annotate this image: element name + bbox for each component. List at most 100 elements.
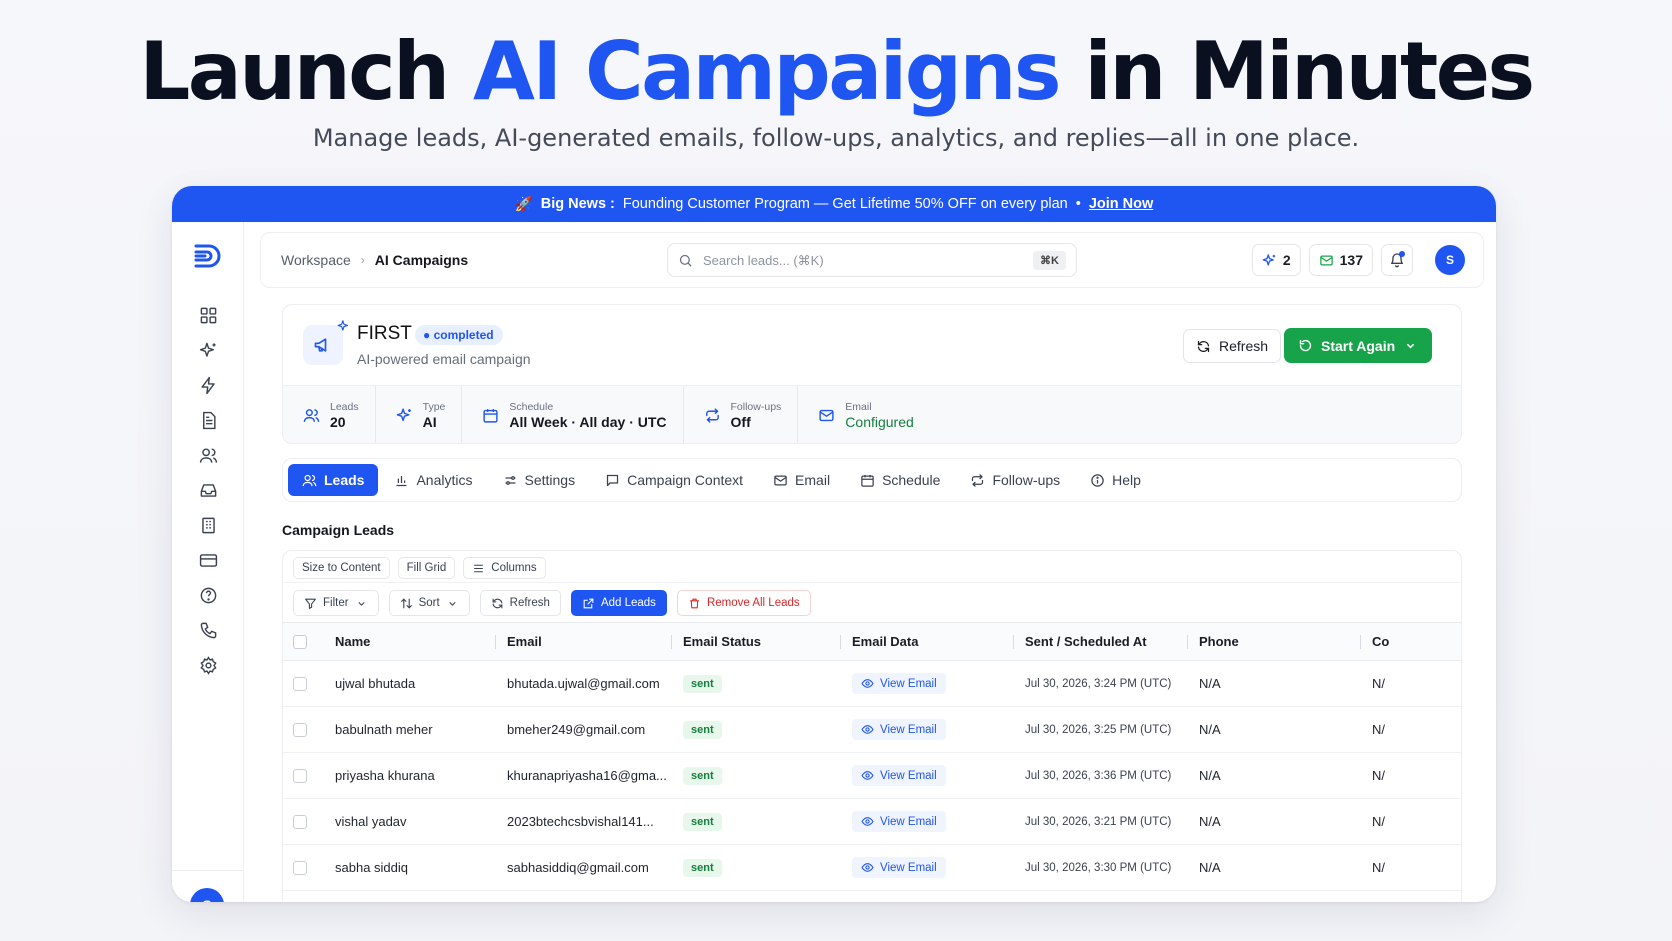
sparkles-icon[interactable]: [195, 337, 221, 363]
section-title: Campaign Leads: [282, 522, 395, 538]
column-header-email-status[interactable]: Email Status: [671, 623, 840, 661]
filter-button[interactable]: Filter: [293, 590, 379, 616]
column-header-email[interactable]: Email: [495, 623, 671, 661]
help-icon[interactable]: [195, 582, 221, 608]
lead-email: bmeher249@gmail.com: [507, 722, 646, 737]
stat-type-label: Type: [422, 401, 446, 413]
stat-followups-label: Follow-ups: [730, 401, 782, 413]
tab-help[interactable]: Help: [1076, 464, 1155, 496]
bolt-icon[interactable]: [195, 372, 221, 398]
column-header-email-data[interactable]: Email Data: [840, 623, 1013, 661]
gear-icon[interactable]: [195, 652, 221, 678]
tab-leads[interactable]: Leads: [288, 464, 379, 496]
table-row[interactable]: sabha siddiq sabhasiddiq@gmail.com sent …: [283, 845, 1461, 891]
row-checkbox[interactable]: [293, 723, 307, 738]
tab-analytics[interactable]: Analytics: [380, 464, 486, 496]
join-now-link[interactable]: Join Now: [1089, 196, 1153, 212]
lead-company: N/: [1372, 768, 1385, 783]
view-email-label: View Email: [880, 723, 937, 736]
breadcrumb: Workspace › AI Campaigns: [281, 252, 468, 268]
size-to-content-label: Size to Content: [302, 562, 381, 574]
lead-phone: N/A: [1199, 768, 1221, 783]
tab-schedule-label: Schedule: [882, 472, 941, 488]
column-header-phone[interactable]: Phone: [1187, 623, 1360, 661]
column-header-name[interactable]: Name: [323, 623, 495, 661]
remove-all-leads-label: Remove All Leads: [706, 597, 800, 609]
building-icon[interactable]: [195, 512, 221, 538]
campaign-tabs: Leads Analytics Settings Campaign Contex…: [282, 458, 1462, 502]
notification-dot: [1399, 251, 1405, 257]
search-input[interactable]: [703, 252, 1024, 268]
status-badge: sent: [683, 858, 722, 877]
filter-icon: [305, 598, 316, 609]
mail-counter[interactable]: 137: [1308, 244, 1373, 276]
table-row[interactable]: babulnath meher bmeher249@gmail.com sent…: [283, 707, 1461, 753]
notifications-button[interactable]: [1381, 244, 1413, 276]
lead-company: N/: [1372, 676, 1385, 691]
select-all-checkbox[interactable]: [293, 635, 307, 650]
row-checkbox[interactable]: [293, 677, 307, 692]
card-icon[interactable]: [195, 547, 221, 573]
tab-follow-ups[interactable]: Follow-ups: [956, 464, 1074, 496]
status-badge: sent: [683, 812, 722, 831]
grid-refresh-button[interactable]: Refresh: [479, 590, 561, 616]
inbox-icon[interactable]: [195, 477, 221, 503]
row-checkbox[interactable]: [293, 815, 307, 830]
lead-phone: N/A: [1199, 676, 1221, 691]
remove-all-leads-button[interactable]: Remove All Leads: [676, 590, 811, 616]
users-icon[interactable]: [195, 442, 221, 468]
stat-followups: Follow-ups Off: [684, 386, 799, 443]
calendar-icon: [483, 409, 498, 423]
lead-phone: N/A: [1199, 814, 1221, 829]
add-leads-button[interactable]: Add Leads: [570, 590, 667, 616]
hero-title-post: in Minutes: [1084, 25, 1535, 118]
search-box[interactable]: ⌘K: [667, 243, 1077, 277]
credits-counter[interactable]: 2: [1251, 244, 1301, 276]
columns-button[interactable]: Columns: [463, 557, 546, 579]
fill-grid-button[interactable]: Fill Grid: [397, 557, 456, 579]
phone-icon[interactable]: [195, 617, 221, 643]
refresh-icon: [1197, 340, 1210, 352]
sidebar-avatar[interactable]: S: [190, 888, 224, 902]
search-shortcut: ⌘K: [1033, 250, 1066, 270]
start-again-button[interactable]: Start Again: [1284, 328, 1433, 363]
hero-title-pre: Launch: [139, 25, 450, 118]
column-header-company[interactable]: Co: [1360, 623, 1461, 661]
table-row[interactable]: priyasha khurana khuranapriyasha16@gma..…: [283, 753, 1461, 799]
hero-subtitle: Manage leads, AI-generated emails, follo…: [312, 124, 1360, 152]
tab-settings[interactable]: Settings: [489, 464, 590, 496]
sidebar: S: [172, 222, 244, 902]
stat-schedule: Schedule All Week · All day · UTC: [462, 386, 684, 443]
document-icon[interactable]: [195, 407, 221, 433]
refresh-button[interactable]: Refresh: [1183, 329, 1282, 363]
users-icon: [302, 474, 317, 486]
view-email-button[interactable]: View Email: [852, 673, 946, 694]
row-checkbox[interactable]: [293, 769, 307, 784]
repeat-icon: [705, 408, 719, 423]
columns-label: Columns: [491, 562, 537, 574]
table-row[interactable]: ujwal bhutada bhutada.ujwal@gmail.com se…: [283, 661, 1461, 707]
lead-sent-at: Jul 30, 2026, 3:25 PM (UTC): [1025, 723, 1172, 736]
tab-campaign-context-label: Campaign Context: [627, 472, 744, 488]
view-email-button[interactable]: View Email: [852, 857, 946, 878]
dashboard-icon[interactable]: [195, 302, 221, 328]
breadcrumb-workspace[interactable]: Workspace: [281, 252, 351, 268]
tab-schedule[interactable]: Schedule: [846, 464, 954, 496]
sort-button[interactable]: Sort: [388, 590, 470, 616]
row-checkbox[interactable]: [293, 861, 307, 876]
credits-count: 2: [1282, 252, 1291, 268]
user-avatar[interactable]: S: [1435, 245, 1465, 275]
view-email-button[interactable]: View Email: [852, 811, 946, 832]
tab-campaign-context[interactable]: Campaign Context: [591, 464, 757, 496]
tab-email[interactable]: Email: [759, 464, 844, 496]
table-row[interactable]: vishal yadav 2023btechcsbvishal141... se…: [283, 799, 1461, 845]
view-email-button[interactable]: View Email: [852, 765, 946, 786]
mail-icon: [774, 475, 787, 485]
lead-name: vishal yadav: [335, 814, 407, 829]
action-toolbar: Filter Sort Refresh Add Leads Remove All…: [293, 590, 811, 616]
app-logo-icon[interactable]: [192, 240, 224, 272]
size-to-content-button[interactable]: Size to Content: [293, 557, 390, 579]
sort-label: Sort: [418, 597, 440, 609]
view-email-button[interactable]: View Email: [852, 719, 946, 740]
column-header-sent-at[interactable]: Sent / Scheduled At: [1013, 623, 1187, 661]
